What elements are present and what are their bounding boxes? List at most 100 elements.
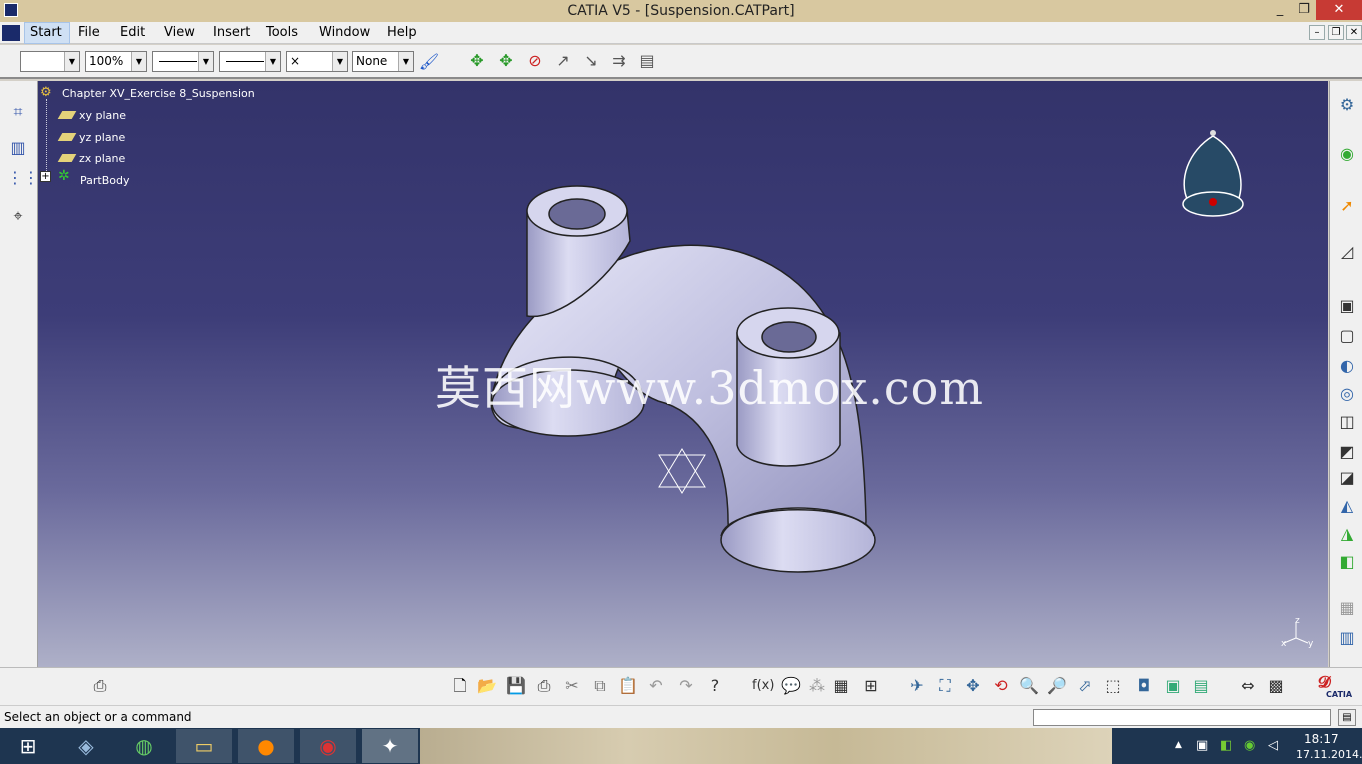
menu-help[interactable]: Help <box>387 25 417 40</box>
tree-item-yz-plane[interactable]: yz plane <box>79 131 125 144</box>
catia-doc-icon[interactable] <box>2 25 20 41</box>
catia-taskbar-icon[interactable]: ✦ <box>362 729 418 763</box>
doc-restore-button[interactable]: ❐ <box>1328 25 1344 40</box>
command-input[interactable] <box>1033 709 1331 726</box>
shading-icon[interactable]: ◘ <box>1133 675 1155 697</box>
filter-icon[interactable]: ▤ <box>636 50 658 72</box>
painter-icon[interactable]: 🖌 <box>418 51 440 73</box>
zoom-in-icon[interactable]: 🔍 <box>1018 675 1040 697</box>
snap-icon[interactable]: ↘ <box>580 50 602 72</box>
shaft-icon[interactable]: ◐ <box>1336 355 1358 377</box>
open-icon[interactable]: 📂 <box>476 675 498 697</box>
rotate-view-icon[interactable]: ⟲ <box>990 675 1012 697</box>
clock-date[interactable]: 17.11.2014. <box>1296 748 1362 761</box>
doc-close-button[interactable]: ✕ <box>1346 25 1362 40</box>
new-icon[interactable]: 🗋 <box>449 675 471 697</box>
knowledge-icon[interactable]: 💬 <box>780 675 802 697</box>
tree-item-zx-plane[interactable]: zx plane <box>79 152 125 165</box>
measure-icon[interactable]: ↗ <box>552 50 574 72</box>
fly-mode-icon[interactable]: ✈ <box>906 675 928 697</box>
part-design-icon[interactable]: ▥ <box>7 137 29 159</box>
print-setup-icon[interactable]: ⎙ <box>89 675 111 697</box>
fillet-icon[interactable]: ◩ <box>1336 441 1358 463</box>
tree-item-partbody[interactable]: PartBody <box>80 174 129 187</box>
sketcher-icon[interactable]: ◿ <box>1336 241 1358 263</box>
hide-show-view-icon[interactable]: ▣ <box>1162 675 1184 697</box>
command-history-icon[interactable]: ▤ <box>1338 709 1356 726</box>
line-type-combo[interactable]: ▼ <box>219 51 281 72</box>
chamfer-icon[interactable]: ◪ <box>1336 467 1358 489</box>
whats-this-icon[interactable]: ? <box>704 675 726 697</box>
normal-view-icon[interactable]: ⬀ <box>1074 675 1096 697</box>
menu-window[interactable]: Window <box>319 25 370 40</box>
menu-insert[interactable]: Insert <box>213 25 250 40</box>
pad-icon[interactable]: ▣ <box>1336 295 1358 317</box>
shell-icon[interactable]: ◮ <box>1336 523 1358 545</box>
globe-app-icon[interactable]: ◍ <box>116 729 172 763</box>
gear-icon[interactable]: ⚙ <box>40 86 54 100</box>
undo-icon[interactable]: ↶ <box>645 675 667 697</box>
sketch-icon[interactable]: ⌗ <box>7 101 29 123</box>
cut-icon[interactable]: ✂ <box>561 675 583 697</box>
paste-icon[interactable]: 📋 <box>617 675 639 697</box>
thickness-icon[interactable]: ◧ <box>1336 551 1358 573</box>
menu-tools[interactable]: Tools <box>266 25 298 40</box>
close-button[interactable]: ✕ <box>1316 0 1362 20</box>
color-combo[interactable]: ▼ <box>20 51 80 72</box>
stack-app-icon[interactable]: ◈ <box>58 729 114 763</box>
macro-icon[interactable]: ⁂ <box>806 675 828 697</box>
hole-icon[interactable]: ◎ <box>1336 383 1358 405</box>
pocket-icon[interactable]: ▢ <box>1336 325 1358 347</box>
volume-icon[interactable]: ◁ <box>1268 738 1278 753</box>
boolean-icon[interactable]: ▦ <box>1336 597 1358 619</box>
clock-time[interactable]: 18:17 <box>1304 732 1339 746</box>
formula-icon[interactable]: f(x) <box>752 675 774 697</box>
utorrent-icon[interactable]: ◉ <box>1244 738 1255 753</box>
measure-between-icon[interactable]: ⇔ <box>1237 675 1259 697</box>
workbench-icon[interactable]: ◉ <box>1336 143 1358 165</box>
center-graph-icon[interactable]: ⌖ <box>7 205 29 227</box>
file-explorer-icon[interactable]: ▭ <box>176 729 232 763</box>
hide-show-icon[interactable]: ⊘ <box>524 50 546 72</box>
nvidia-icon[interactable]: ◧ <box>1220 738 1232 753</box>
swap-visible-icon[interactable]: ▤ <box>1190 675 1212 697</box>
doc-minimize-button[interactable]: – <box>1309 25 1325 40</box>
expand-icon[interactable]: + <box>40 171 51 182</box>
draft-icon[interactable]: ◭ <box>1336 495 1358 517</box>
print-icon[interactable]: ⎙ <box>533 675 555 697</box>
save-icon[interactable]: 💾 <box>505 675 527 697</box>
menu-view[interactable]: View <box>164 25 195 40</box>
settings-icon[interactable]: ⚙ <box>1336 94 1358 116</box>
menu-start[interactable]: Start <box>30 25 62 40</box>
quick-view-icon[interactable]: ⬚ <box>1102 675 1124 697</box>
windows-start-icon[interactable]: ⊞ <box>0 729 56 763</box>
redo-icon[interactable]: ↷ <box>675 675 697 697</box>
firefox-icon[interactable]: ● <box>238 729 294 763</box>
layer-combo[interactable]: None ▼ <box>352 51 414 72</box>
fit-all-icon[interactable]: ⛶ <box>934 675 956 697</box>
pan-icon[interactable]: ✥ <box>466 50 488 72</box>
zoom-out-icon[interactable]: 🔎 <box>1046 675 1068 697</box>
tree-item-xy-plane[interactable]: xy plane <box>79 109 126 122</box>
rib-icon[interactable]: ◫ <box>1336 411 1358 433</box>
compass-icon[interactable]: ⇉ <box>608 50 630 72</box>
measure-item-icon[interactable]: ▥ <box>1336 627 1358 649</box>
tree-root[interactable]: Chapter XV_Exercise 8_Suspension <box>62 87 255 100</box>
transparency-combo[interactable]: 100% ▼ <box>85 51 147 72</box>
point-symbol-combo[interactable]: × ▼ <box>286 51 348 72</box>
line-thickness-combo[interactable]: ▼ <box>152 51 214 72</box>
copy-icon[interactable]: ⧉ <box>589 675 611 697</box>
restore-button[interactable]: ❐ <box>1290 0 1318 20</box>
rotate-icon[interactable]: ✥ <box>495 50 517 72</box>
network-icon[interactable]: ▣ <box>1196 738 1208 753</box>
apply-material-icon[interactable]: ▩ <box>1265 675 1287 697</box>
table-icon[interactable]: ▦ <box>830 675 852 697</box>
pattern-icon[interactable]: ⋮⋮ <box>7 167 39 189</box>
catalog-icon[interactable]: ⊞ <box>860 675 882 697</box>
tray-expand-icon[interactable]: ▲ <box>1175 740 1182 750</box>
select-icon[interactable]: ➚ <box>1336 195 1358 217</box>
menu-edit[interactable]: Edit <box>120 25 145 40</box>
chrome-icon[interactable]: ◉ <box>300 729 356 763</box>
pan-view-icon[interactable]: ✥ <box>962 675 984 697</box>
menu-file[interactable]: File <box>78 25 100 40</box>
